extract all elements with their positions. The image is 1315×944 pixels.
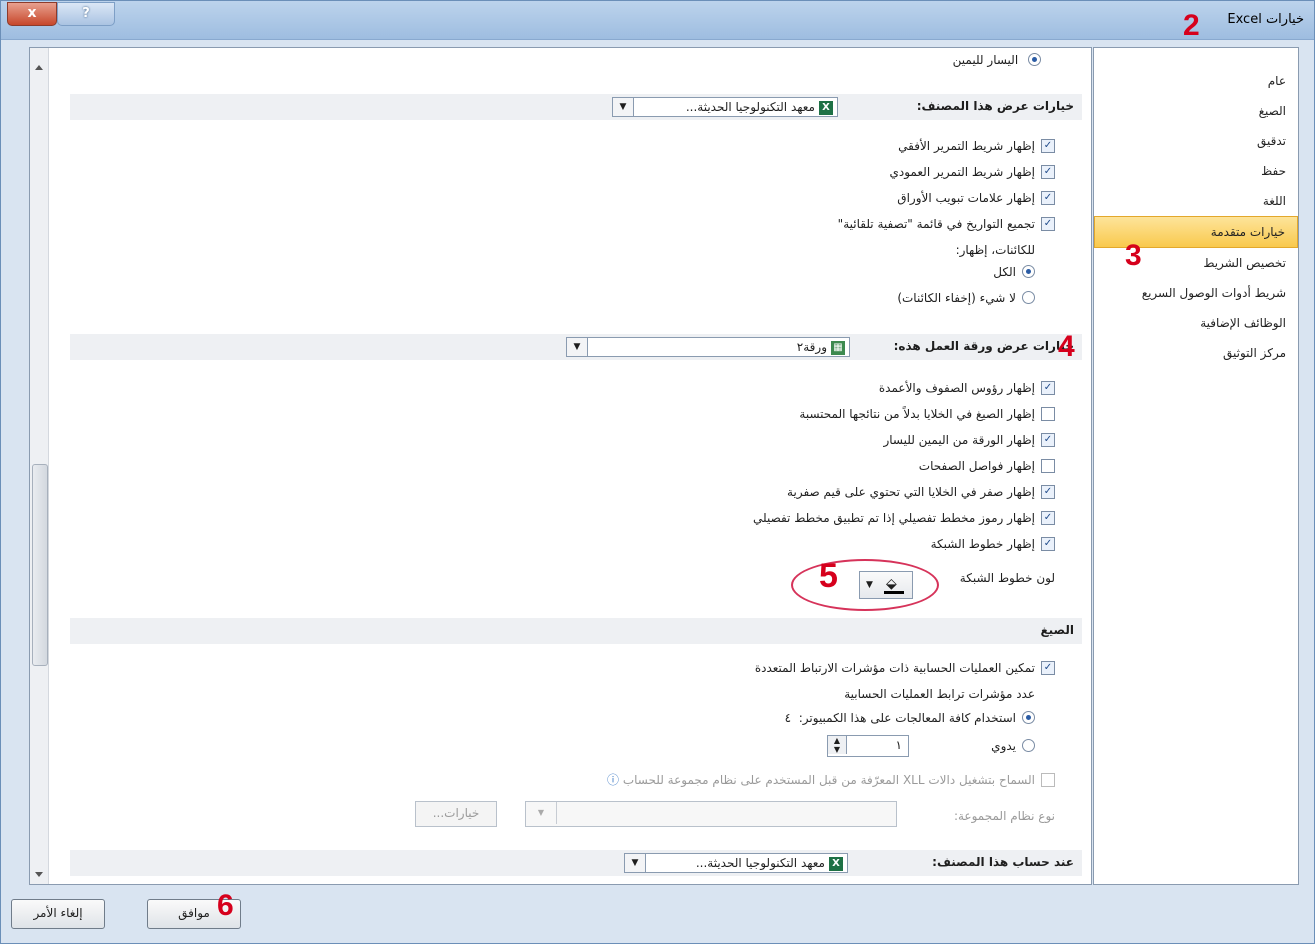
use-all-processors-radio[interactable]: استخدام كافة المعالجات على هذا الكمبيوتر… <box>785 708 1035 728</box>
cluster-options-button: خيارات... <box>415 801 497 827</box>
annotation-6: 6 <box>217 889 234 922</box>
calc-workbook-dropdown[interactable]: ▼ Xمعهد التكنولوجيا الحديثة... <box>624 853 848 873</box>
workbook-display-section: خيارات عرض هذا المصنف: <box>70 94 1082 120</box>
option-multithread[interactable]: ✓تمكين العمليات الحسابية ذات مؤشرات الار… <box>755 658 1055 678</box>
excel-icon: X <box>829 856 843 871</box>
option-sheet-tabs[interactable]: ✓إظهار علامات تبويب الأوراق <box>897 188 1055 208</box>
section-label: خيارات عرض ورقة العمل هذه: <box>893 339 1074 353</box>
processor-count: ٤ <box>784 711 792 725</box>
manual-radio[interactable]: يدوي <box>991 736 1035 756</box>
option-zero-values[interactable]: ✓إظهار صفر في الخلايا التي تحتوي على قيم… <box>787 482 1055 502</box>
calc-section: عند حساب هذا المصنف: <box>70 850 1082 876</box>
section-label: الصيغ <box>1040 623 1074 637</box>
radio-icon <box>1028 53 1041 66</box>
scroll-up-icon[interactable] <box>35 65 43 70</box>
option-outline-symbols[interactable]: ✓إظهار رموز مخطط تفصيلي إذا تم تطبيق مخط… <box>753 508 1055 528</box>
chevron-down-icon[interactable]: ▼ <box>567 338 588 356</box>
radio-icon[interactable] <box>1022 265 1035 278</box>
nav-item-formulas[interactable]: الصيغ <box>1094 96 1298 126</box>
thread-count-spinner[interactable]: ▲ ▼ ١ <box>827 735 909 757</box>
vertical-scrollbar[interactable] <box>30 48 49 884</box>
options-panel: اليسار لليمين خيارات عرض هذا المصنف: ▼ X… <box>29 47 1092 885</box>
radio-icon[interactable] <box>1022 291 1035 304</box>
help-button[interactable]: ? <box>57 2 115 26</box>
checkbox-icon[interactable]: ✓ <box>1041 432 1055 447</box>
checkbox-icon[interactable]: ✓ <box>1041 138 1055 153</box>
nav-item-general[interactable]: عام <box>1094 66 1298 96</box>
option-gridlines[interactable]: ✓إظهار خطوط الشبكة <box>931 534 1055 554</box>
option-horizontal-scroll[interactable]: ✓إظهار شريط التمرير الأفقي <box>898 136 1055 156</box>
radio-icon[interactable] <box>1022 739 1035 752</box>
nav-item-proofing[interactable]: تدقيق <box>1094 126 1298 156</box>
gridline-color-label: لون خطوط الشبكة <box>959 571 1055 585</box>
annotation-5: 5 <box>819 557 838 595</box>
annotation-3: 3 <box>1125 239 1142 272</box>
workbook-dropdown[interactable]: ▼ Xمعهد التكنولوجيا الحديثة... <box>612 97 838 117</box>
formulas-section: الصيغ <box>70 618 1082 644</box>
section-label: خيارات عرض هذا المصنف: <box>916 99 1074 113</box>
checkbox-icon[interactable]: ✓ <box>1041 190 1055 205</box>
sheet-dropdown[interactable]: ▼ ▦ورقة٢ <box>566 337 850 357</box>
dialog-title: خيارات Excel <box>1227 12 1304 27</box>
nav-item-addins[interactable]: الوظائف الإضافية <box>1094 308 1298 338</box>
nav-item-language[interactable]: اللغة <box>1094 186 1298 216</box>
scroll-down-icon[interactable] <box>35 872 43 877</box>
close-button[interactable]: x <box>7 2 57 26</box>
checkbox-icon[interactable]: ✓ <box>1041 164 1055 179</box>
highlight-oval <box>791 559 939 611</box>
nav-item-save[interactable]: حفظ <box>1094 156 1298 186</box>
objects-label: للكائنات، إظهار: <box>955 243 1035 257</box>
option-rtl[interactable]: ✓إظهار الورقة من اليمين لليسار <box>883 430 1055 450</box>
checkbox-icon[interactable] <box>1041 772 1055 787</box>
excel-options-dialog: x ? خيارات Excel 2 اليسار لليمين خيارات … <box>0 0 1315 944</box>
threads-label: عدد مؤشرات ترابط العمليات الحسابية <box>844 687 1035 701</box>
options-navigation: عام الصيغ تدقيق حفظ اللغة خيارات متقدمة … <box>1093 47 1299 885</box>
objects-none-radio[interactable]: لا شيء (إخفاء الكائنات) <box>897 288 1035 308</box>
spinner-value: ١ <box>895 738 902 752</box>
objects-all-radio[interactable]: الكل <box>993 262 1035 282</box>
cancel-button[interactable]: إلغاء الأمر <box>11 899 105 929</box>
checkbox-icon[interactable]: ✓ <box>1041 660 1055 675</box>
checkbox-icon[interactable]: ✓ <box>1041 216 1055 231</box>
sheet-icon: ▦ <box>831 340 845 355</box>
option-formulas[interactable]: إظهار الصيغ في الخلايا بدلاً من نتائجها … <box>799 404 1055 424</box>
checkbox-icon[interactable]: ✓ <box>1041 510 1055 525</box>
scroll-thumb[interactable] <box>32 464 48 666</box>
annotation-4: 4 <box>1058 330 1075 363</box>
option-page-breaks[interactable]: إظهار فواصل الصفحات <box>919 456 1055 476</box>
chevron-down-icon: ▼ <box>526 802 557 824</box>
info-icon: ⓘ <box>606 773 619 787</box>
radio-icon[interactable] <box>1022 711 1035 724</box>
annotation-2: 2 <box>1183 9 1200 42</box>
checkbox-icon[interactable]: ✓ <box>1041 536 1055 551</box>
checkbox-icon[interactable] <box>1041 458 1055 473</box>
chevron-down-icon[interactable]: ▼ <box>625 854 646 872</box>
spinner-arrows-icon[interactable]: ▲ ▼ <box>828 736 847 754</box>
chevron-down-icon[interactable]: ▼ <box>613 98 634 116</box>
option-vertical-scroll[interactable]: ✓إظهار شريط التمرير العمودي <box>890 162 1055 182</box>
section-label: عند حساب هذا المصنف: <box>932 855 1074 869</box>
option-xll[interactable]: السماح بتشغيل دالات XLL المعرّفة من قبل … <box>607 770 1055 790</box>
checkbox-icon[interactable] <box>1041 406 1055 421</box>
excel-icon: X <box>819 100 833 115</box>
checkbox-icon[interactable]: ✓ <box>1041 380 1055 395</box>
option-headers[interactable]: ✓إظهار رؤوس الصفوف والأعمدة <box>879 378 1055 398</box>
rtl-option-partial[interactable]: اليسار لليمين <box>953 50 1041 70</box>
checkbox-icon[interactable]: ✓ <box>1041 484 1055 499</box>
option-group-dates[interactable]: ✓تجميع التواريخ في قائمة "تصفية تلقائية" <box>838 214 1055 234</box>
nav-item-trust-center[interactable]: مركز التوثيق <box>1094 338 1298 368</box>
cluster-type-field: ▼ <box>525 801 897 827</box>
cluster-type-label: نوع نظام المجموعة: <box>953 809 1055 823</box>
title-bar: x ? خيارات Excel 2 <box>1 1 1314 42</box>
nav-item-quick-access[interactable]: شريط أدوات الوصول السريع <box>1094 278 1298 308</box>
